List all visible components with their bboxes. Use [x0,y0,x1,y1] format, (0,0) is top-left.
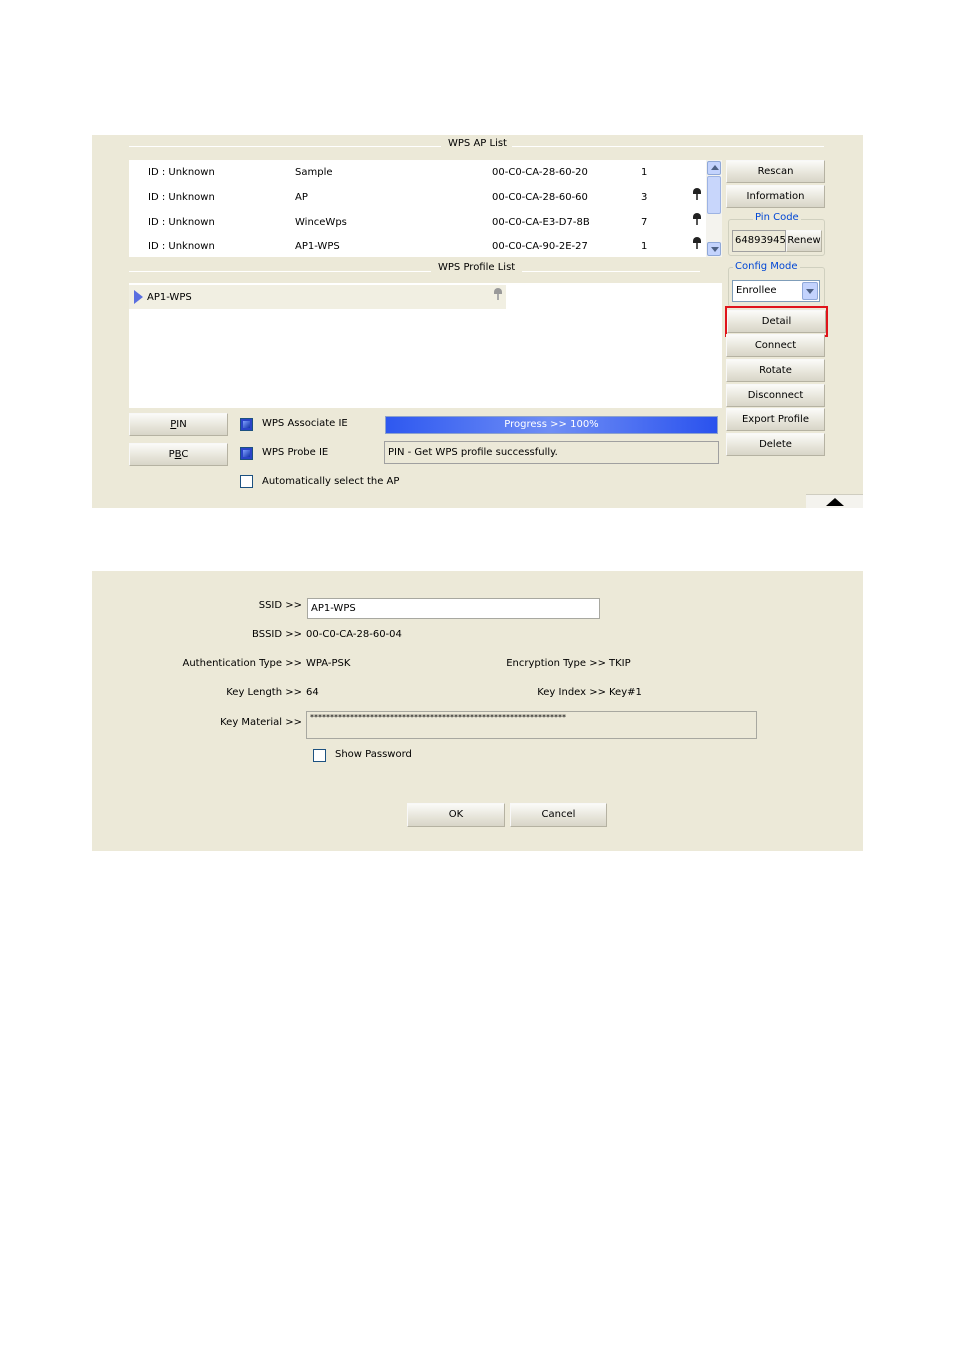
ap-row[interactable]: ID : Unknown AP 00-C0-CA-28-60-60 3 [129,185,706,210]
chevron-down-icon[interactable] [802,282,818,300]
wps-panel: WPS AP List ID : Unknown Sample 00-C0-CA… [92,135,863,508]
ssid-label: SSID >> [258,600,302,611]
rotate-button[interactable]: Rotate [726,359,825,382]
rescan-button[interactable]: Rescan [726,160,825,183]
ap-bssid: 00-C0-CA-28-60-20 [492,167,588,178]
pbc-button[interactable]: PBC [129,443,228,466]
progress-text: Progress >> 100% [504,419,599,430]
profile-arrow-icon [134,290,143,304]
renew-button[interactable]: Renew [786,230,822,252]
profile-name: AP1-WPS [147,292,192,303]
delete-button[interactable]: Delete [726,433,825,456]
lock-icon [693,237,701,249]
information-button[interactable]: Information [726,185,825,208]
scroll-down-icon[interactable] [707,242,721,256]
key-index-label: Key Index >> [537,687,606,698]
ap-row[interactable]: ID : Unknown AP1-WPS 00-C0-CA-90-2E-27 1 [129,234,706,257]
profile-list-title: WPS Profile List [438,262,516,273]
scroll-up-icon[interactable] [707,161,721,175]
cancel-button[interactable]: Cancel [510,803,607,827]
show-password-checkbox[interactable] [313,749,326,762]
encryption-type-label: Encryption Type >> [506,658,606,669]
auto-select-label: Automatically select the AP [262,476,400,487]
ap-bssid: 00-C0-CA-28-60-60 [492,192,588,203]
profile-list: AP1-WPS [129,283,722,408]
ap-channel: 1 [641,241,648,252]
collapse-button[interactable] [806,494,863,508]
ap-list: ID : Unknown Sample 00-C0-CA-28-60-20 1 … [129,160,722,257]
config-mode-legend: Config Mode [733,261,800,272]
ap-bssid: 00-C0-CA-E3-D7-8B [492,217,590,228]
probe-ie-label: WPS Probe IE [262,447,329,458]
config-mode-select[interactable]: Enrollee [732,280,820,302]
disconnect-button[interactable]: Disconnect [726,384,825,407]
key-material-field: ****************************************… [306,711,757,739]
lock-icon [494,288,502,300]
lock-icon [693,213,701,225]
profile-list-divider-left [129,271,431,272]
progress-bar: Progress >> 100% [385,416,718,434]
ap-bssid: 00-C0-CA-90-2E-27 [492,241,588,252]
ap-list-scrollbar[interactable] [706,160,722,257]
profile-row[interactable]: AP1-WPS [129,285,506,309]
scroll-thumb[interactable] [707,176,721,214]
ap-channel: 7 [641,217,648,228]
ap-list-divider-left [129,146,441,147]
ap-ssid: AP1-WPS [295,241,340,252]
ap-id: ID : Unknown [148,241,215,252]
pin-label-rest: IN [176,419,187,430]
bssid-value: 00-C0-CA-28-60-04 [306,629,402,640]
ap-id: ID : Unknown [148,217,215,228]
pin-code-field: 64893945 [732,230,786,252]
triangle-up-icon [826,498,844,506]
auth-type-label: Authentication Type >> [182,658,303,669]
detail-panel: SSID >> AP1-WPS BSSID >> 00-C0-CA-28-60-… [92,571,863,851]
ap-list-divider-right [512,146,824,147]
connect-button[interactable]: Connect [726,334,825,357]
ok-button[interactable]: OK [407,803,505,827]
ap-row[interactable]: ID : Unknown WinceWps 00-C0-CA-E3-D7-8B … [129,210,706,235]
key-material-label: Key Material >> [220,717,302,728]
key-length-value: 64 [306,687,319,698]
auth-type-value: WPA-PSK [306,658,351,669]
ap-id: ID : Unknown [148,192,215,203]
auto-select-checkbox[interactable] [240,475,253,488]
detail-button[interactable]: Detail [727,310,826,333]
ap-row[interactable]: ID : Unknown Sample 00-C0-CA-28-60-20 1 [129,160,706,185]
export-profile-button[interactable]: Export Profile [726,408,825,431]
key-length-label: Key Length >> [226,687,302,698]
associate-ie-checkbox[interactable] [240,418,253,431]
config-mode-value: Enrollee [736,285,777,296]
ap-ssid: WinceWps [295,217,347,228]
lock-icon [693,188,701,200]
probe-ie-checkbox[interactable] [240,447,253,460]
ap-ssid: AP [295,192,308,203]
associate-ie-label: WPS Associate IE [262,418,348,429]
pin-code-legend: Pin Code [753,212,801,223]
bssid-label: BSSID >> [252,629,302,640]
show-password-label: Show Password [335,749,412,760]
ap-ssid: Sample [295,167,333,178]
ap-list-title: WPS AP List [448,138,507,149]
ap-channel: 3 [641,192,648,203]
ap-id: ID : Unknown [148,167,215,178]
ssid-field[interactable]: AP1-WPS [307,598,600,619]
pbc-label-rest: C [181,449,189,460]
status-field: PIN - Get WPS profile successfully. [384,441,719,464]
key-index-value: Key#1 [609,687,642,698]
encryption-type-value: TKIP [609,658,631,669]
profile-list-divider-right [522,271,700,272]
pin-button[interactable]: PIN [129,413,228,436]
ap-channel: 1 [641,167,648,178]
